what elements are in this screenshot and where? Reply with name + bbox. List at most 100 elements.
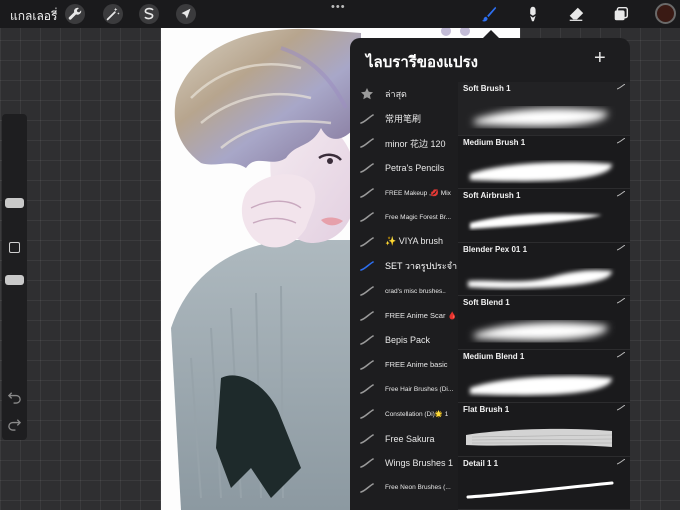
brush-card[interactable]: Blender Pex 01 1 <box>458 242 630 296</box>
smudge-icon <box>530 6 536 22</box>
brush-stroke-preview <box>470 161 612 181</box>
brush-set-label: Wings Brushes 1 <box>385 458 454 469</box>
brush-name: Soft Airbrush 1 <box>463 191 521 200</box>
brush-set-item[interactable]: FREE Makeup ,💋 Mix <box>350 180 458 205</box>
brush-stroke-icon <box>360 310 374 321</box>
brush-stroke-icon <box>360 409 374 419</box>
brush-set-item[interactable]: Free Sakura <box>350 426 458 451</box>
redo-icon[interactable] <box>7 416 22 431</box>
wrench-icon <box>68 7 82 20</box>
brush-set-list: ล่าสุด 常用笔刷 minor 花边 120 Petra's Pencils FRE… <box>350 82 458 500</box>
brush-name: Blender Pex 01 1 <box>463 244 528 254</box>
top-toolbar: แกลเลอรี่ ••• <box>0 0 680 28</box>
left-sidebar <box>2 114 27 440</box>
brush-size-slider[interactable] <box>5 198 24 208</box>
eraser-tool-button[interactable] <box>566 4 586 24</box>
brush-card[interactable]: Flat Brush 1 <box>458 403 630 457</box>
smudge-tool-button[interactable] <box>522 4 542 24</box>
brush-set-item[interactable]: ✨ VIYA brush <box>350 230 458 255</box>
brush-stroke-mini-icon <box>617 137 625 143</box>
brush-library-title: ไลบรารีของแปรง <box>366 54 478 71</box>
adjustments-button[interactable] <box>103 4 123 24</box>
brush-set-label: FREE Anime Scar 🩸 <box>385 311 457 321</box>
brush-stroke-icon <box>360 237 374 247</box>
brush-set-label: FREE Makeup ,💋 Mix <box>385 189 451 197</box>
brush-name: Detail 1 1 <box>463 458 499 468</box>
brush-set-label: FREE Anime basic <box>385 360 448 370</box>
brush-stroke-icon <box>360 335 374 346</box>
brush-stroke-mini-icon <box>617 191 625 197</box>
brush-stroke-icon <box>360 163 374 173</box>
brush-stroke-mini-icon <box>617 405 625 411</box>
brush-stroke-preview <box>466 428 613 447</box>
more-options-button[interactable]: ••• <box>331 1 346 13</box>
brush-stroke-preview <box>474 108 608 127</box>
modify-button[interactable] <box>9 242 20 253</box>
selection-icon <box>144 7 154 20</box>
gallery-button[interactable]: แกลเลอรี่ <box>10 7 57 26</box>
brush-set-item[interactable]: Constellation (Di)🌟 1 <box>350 402 458 427</box>
brush-name: Flat Brush 1 <box>463 405 510 414</box>
actions-button[interactable] <box>65 4 85 24</box>
brush-set-item[interactable]: Free Magic Forest Br... <box>350 205 458 230</box>
brush-set-item[interactable]: ล่าสุด <box>350 82 458 107</box>
brush-stroke-icon <box>360 187 374 198</box>
brush-set-label: Petra's Pencils <box>385 163 445 174</box>
brush-stroke-preview <box>470 375 612 395</box>
brush-stroke-icon <box>360 114 374 124</box>
brush-set-item[interactable]: Free Neon Brushes (... <box>350 476 458 501</box>
selection-button[interactable] <box>139 4 159 24</box>
brush-card[interactable]: Medium Brush 1 <box>458 135 630 189</box>
transform-button[interactable] <box>176 4 196 24</box>
brush-set-item[interactable]: crad's misc brushes.. <box>350 279 458 304</box>
brush-stroke-icon <box>360 261 374 272</box>
brush-set-label: minor 花边 120 <box>385 138 446 149</box>
undo-icon[interactable] <box>7 389 22 404</box>
brush-name: Soft Brush 1 <box>463 84 511 93</box>
brush-card[interactable]: Soft Brush 1 <box>458 82 630 136</box>
brush-stroke-icon <box>360 212 374 223</box>
brush-set-label: Free Sakura <box>385 433 435 444</box>
brush-set-label: ล่าสุด <box>385 89 407 100</box>
brush-set-label: crad's misc brushes.. <box>385 287 446 295</box>
brush-card[interactable]: Detail 1 1 <box>458 456 630 510</box>
layers-icon <box>614 6 629 21</box>
brush-stroke-icon <box>360 458 374 469</box>
brush-set-item[interactable]: Free Hair Brushes (Di... <box>350 377 458 402</box>
brush-stroke-mini-icon <box>617 351 625 357</box>
brush-card[interactable]: Soft Blend 1 <box>458 296 630 350</box>
brush-stroke-icon <box>360 482 374 493</box>
color-picker-button[interactable] <box>655 3 676 24</box>
brush-set-label: Free Hair Brushes (Di... <box>385 385 454 393</box>
brush-stroke-mini-icon <box>617 244 625 250</box>
brush-list: Soft Brush 1 Medium Brush 1 Soft Airbrush … <box>458 82 630 510</box>
add-brush-set-button[interactable]: + <box>594 48 606 68</box>
brush-stroke-mini-icon <box>617 298 625 304</box>
star-icon <box>361 88 373 100</box>
layers-button[interactable] <box>611 4 631 24</box>
brush-set-label: 常用笔刷 <box>385 114 422 125</box>
brush-opacity-slider[interactable] <box>5 275 24 285</box>
brush-stroke-mini-icon <box>617 84 625 90</box>
brush-stroke-preview <box>468 269 612 288</box>
brush-set-item[interactable]: Petra's Pencils <box>350 156 458 181</box>
brush-stroke-icon <box>360 360 374 370</box>
eraser-icon <box>569 7 584 21</box>
brush-card[interactable]: Medium Blend 1 <box>458 349 630 403</box>
brush-set-item[interactable]: Bepis Pack <box>350 328 458 353</box>
brush-set-label: ✨ VIYA brush <box>385 236 444 247</box>
brush-stroke-preview <box>474 322 608 341</box>
brush-set-label: Free Magic Forest Br... <box>385 213 452 221</box>
brush-set-label: Bepis Pack <box>385 335 431 346</box>
brush-set-item[interactable]: SET วาดรูปประจำ <box>350 254 458 279</box>
brush-set-item[interactable]: FREE Anime Scar 🩸 <box>350 303 458 328</box>
brush-tool-button[interactable] <box>479 4 499 24</box>
brush-stroke-preview <box>466 481 614 498</box>
brush-set-item[interactable]: 常用笔刷 <box>350 107 458 132</box>
brush-stroke-icon <box>360 286 374 296</box>
brush-set-item[interactable]: minor 花边 120 <box>350 131 458 156</box>
brush-set-item[interactable]: Wings Brushes 1 <box>350 451 458 476</box>
brush-stroke-icon <box>360 384 374 395</box>
brush-set-item[interactable]: FREE Anime basic <box>350 353 458 378</box>
brush-card[interactable]: Soft Airbrush 1 <box>458 189 630 243</box>
